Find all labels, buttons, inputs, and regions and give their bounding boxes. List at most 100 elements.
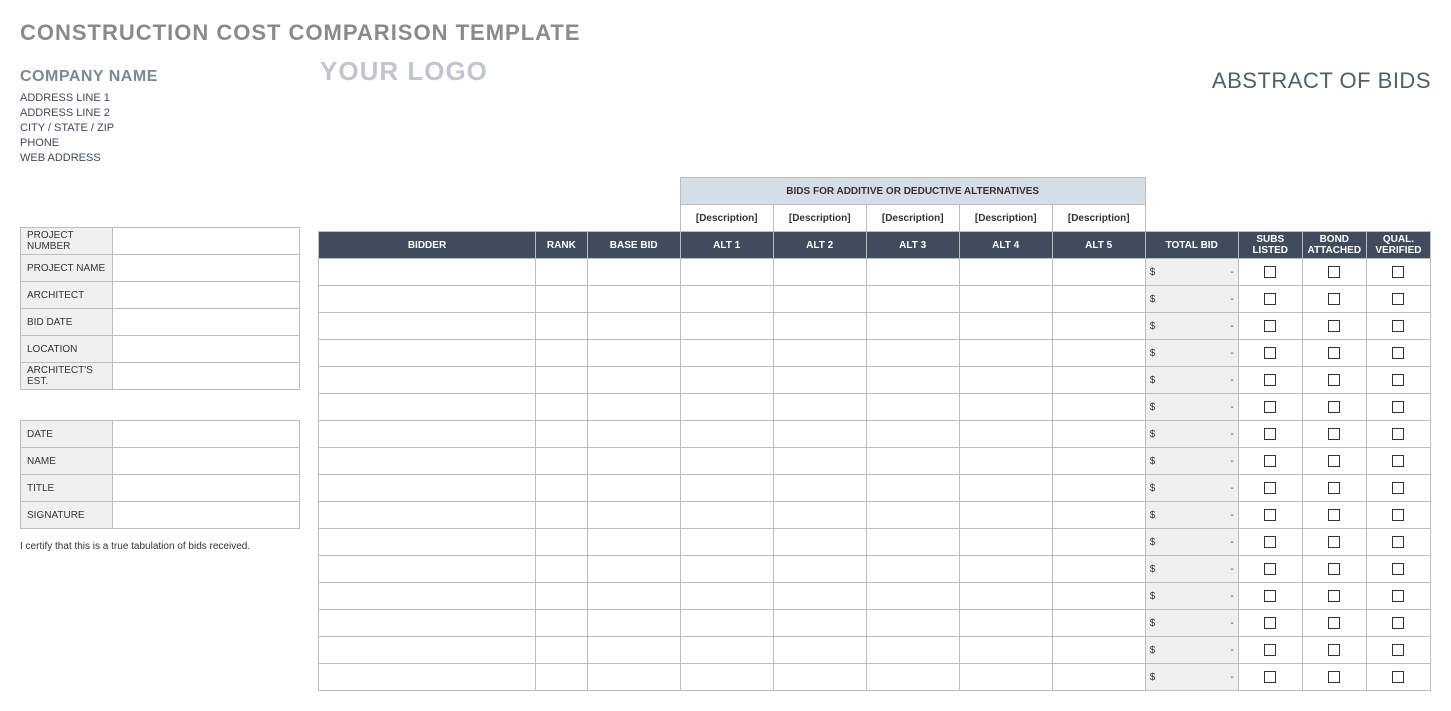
subs-listed-checkbox[interactable]	[1264, 428, 1276, 440]
bid-cell[interactable]	[680, 664, 773, 691]
bid-cell[interactable]	[866, 340, 959, 367]
bid-cell[interactable]	[319, 313, 536, 340]
bid-cell[interactable]	[1052, 583, 1145, 610]
bid-cell[interactable]	[536, 313, 588, 340]
bid-cell[interactable]	[680, 610, 773, 637]
bid-cell[interactable]	[587, 367, 680, 394]
subs-listed-checkbox[interactable]	[1264, 320, 1276, 332]
bid-cell[interactable]	[773, 313, 866, 340]
bid-cell[interactable]	[319, 637, 536, 664]
bid-cell[interactable]	[319, 421, 536, 448]
bid-cell[interactable]	[1052, 529, 1145, 556]
bid-cell[interactable]	[959, 664, 1052, 691]
bid-cell[interactable]	[319, 394, 536, 421]
bid-cell[interactable]	[680, 502, 773, 529]
bid-cell[interactable]	[587, 664, 680, 691]
bid-cell[interactable]	[866, 556, 959, 583]
bond-attached-checkbox[interactable]	[1328, 590, 1340, 602]
bid-cell[interactable]	[866, 394, 959, 421]
subs-listed-checkbox[interactable]	[1264, 266, 1276, 278]
bid-cell[interactable]	[587, 556, 680, 583]
subs-listed-checkbox[interactable]	[1264, 401, 1276, 413]
bid-cell[interactable]	[680, 421, 773, 448]
bid-cell[interactable]	[866, 475, 959, 502]
info-value-cell[interactable]	[113, 336, 300, 363]
bond-attached-checkbox[interactable]	[1328, 536, 1340, 548]
bid-cell[interactable]	[680, 448, 773, 475]
bid-cell[interactable]	[536, 664, 588, 691]
bid-cell[interactable]	[773, 637, 866, 664]
bid-cell[interactable]	[319, 664, 536, 691]
subs-listed-checkbox[interactable]	[1264, 536, 1276, 548]
bid-cell[interactable]	[1052, 394, 1145, 421]
qual-verified-checkbox[interactable]	[1392, 590, 1404, 602]
subs-listed-checkbox[interactable]	[1264, 590, 1276, 602]
bid-cell[interactable]	[773, 259, 866, 286]
bid-cell[interactable]	[319, 610, 536, 637]
bid-cell[interactable]	[1052, 448, 1145, 475]
bid-cell[interactable]	[1052, 664, 1145, 691]
bid-cell[interactable]	[773, 394, 866, 421]
bid-cell[interactable]	[1052, 259, 1145, 286]
bid-cell[interactable]	[680, 367, 773, 394]
bid-cell[interactable]	[866, 259, 959, 286]
bid-cell[interactable]	[319, 340, 536, 367]
bid-cell[interactable]	[1052, 610, 1145, 637]
bid-cell[interactable]	[1052, 637, 1145, 664]
bond-attached-checkbox[interactable]	[1328, 293, 1340, 305]
bid-cell[interactable]	[773, 664, 866, 691]
bid-cell[interactable]	[319, 448, 536, 475]
qual-verified-checkbox[interactable]	[1392, 428, 1404, 440]
subs-listed-checkbox[interactable]	[1264, 671, 1276, 683]
bid-cell[interactable]	[319, 475, 536, 502]
bid-cell[interactable]	[773, 286, 866, 313]
bid-cell[interactable]	[773, 556, 866, 583]
bid-cell[interactable]	[536, 421, 588, 448]
bid-cell[interactable]	[1052, 367, 1145, 394]
bid-cell[interactable]	[959, 340, 1052, 367]
bid-cell[interactable]	[587, 529, 680, 556]
bid-cell[interactable]	[959, 394, 1052, 421]
info-value-cell[interactable]	[113, 255, 300, 282]
bid-cell[interactable]	[587, 583, 680, 610]
bid-cell[interactable]	[680, 394, 773, 421]
bid-cell[interactable]	[866, 313, 959, 340]
bid-cell[interactable]	[536, 394, 588, 421]
bid-cell[interactable]	[959, 475, 1052, 502]
bid-cell[interactable]	[319, 556, 536, 583]
bid-cell[interactable]	[959, 610, 1052, 637]
bid-cell[interactable]	[959, 286, 1052, 313]
bid-cell[interactable]	[319, 583, 536, 610]
subs-listed-checkbox[interactable]	[1264, 617, 1276, 629]
bid-cell[interactable]	[319, 367, 536, 394]
qual-verified-checkbox[interactable]	[1392, 509, 1404, 521]
bid-cell[interactable]	[587, 475, 680, 502]
bid-cell[interactable]	[773, 502, 866, 529]
bid-cell[interactable]	[773, 340, 866, 367]
bid-cell[interactable]	[536, 340, 588, 367]
bond-attached-checkbox[interactable]	[1328, 563, 1340, 575]
bid-cell[interactable]	[680, 529, 773, 556]
bid-cell[interactable]	[959, 313, 1052, 340]
bid-cell[interactable]	[773, 448, 866, 475]
info-value-cell[interactable]	[113, 309, 300, 336]
info-value-cell[interactable]	[113, 475, 300, 502]
bid-cell[interactable]	[536, 610, 588, 637]
qual-verified-checkbox[interactable]	[1392, 374, 1404, 386]
bid-cell[interactable]	[773, 583, 866, 610]
bond-attached-checkbox[interactable]	[1328, 401, 1340, 413]
bid-cell[interactable]	[536, 529, 588, 556]
bond-attached-checkbox[interactable]	[1328, 509, 1340, 521]
bid-cell[interactable]	[866, 583, 959, 610]
bond-attached-checkbox[interactable]	[1328, 428, 1340, 440]
info-value-cell[interactable]	[113, 228, 300, 255]
bid-cell[interactable]	[959, 259, 1052, 286]
bid-cell[interactable]	[587, 637, 680, 664]
subs-listed-checkbox[interactable]	[1264, 347, 1276, 359]
subs-listed-checkbox[interactable]	[1264, 374, 1276, 386]
qual-verified-checkbox[interactable]	[1392, 266, 1404, 278]
qual-verified-checkbox[interactable]	[1392, 293, 1404, 305]
bid-cell[interactable]	[959, 502, 1052, 529]
bid-cell[interactable]	[319, 286, 536, 313]
bid-cell[interactable]	[866, 529, 959, 556]
